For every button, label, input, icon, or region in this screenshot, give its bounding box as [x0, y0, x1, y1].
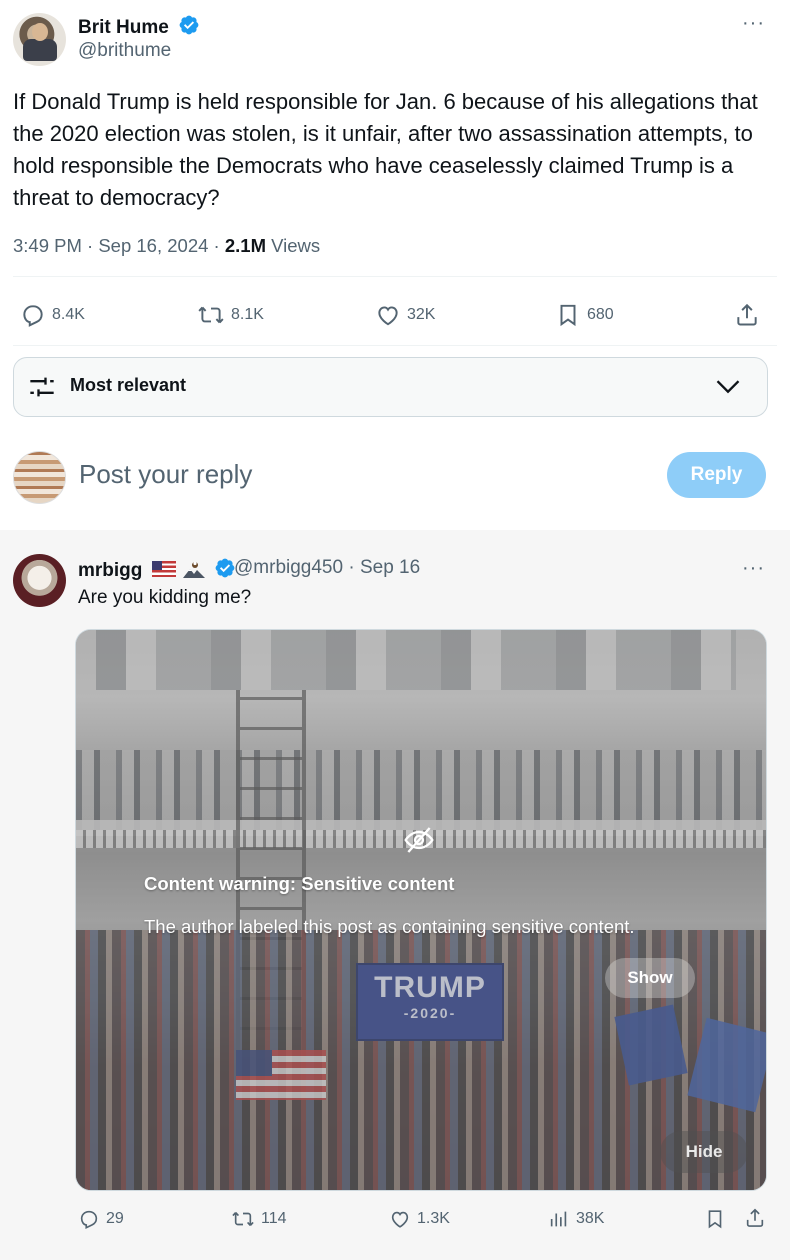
- like-icon: [378, 306, 398, 326]
- bookmark-icon: [560, 304, 576, 327]
- reply-input[interactable]: Post your reply: [79, 459, 252, 490]
- repost-action[interactable]: 114: [231, 1208, 287, 1230]
- repost-action[interactable]: 8.1K: [197, 302, 264, 328]
- views-chart-icon: [550, 1211, 567, 1227]
- filter-sliders-icon: [28, 373, 56, 401]
- eye-slash-icon: [403, 825, 435, 855]
- author-handle[interactable]: @brithume: [78, 40, 171, 62]
- reply-action[interactable]: 8.4K: [20, 302, 85, 328]
- repost-icon: [232, 1212, 254, 1226]
- reply-count: 29: [106, 1210, 124, 1227]
- views-count: 38K: [576, 1210, 605, 1227]
- reply-author-name[interactable]: mrbigg: [78, 560, 142, 581]
- divider: [13, 276, 777, 277]
- views-action[interactable]: 38K: [548, 1208, 604, 1230]
- reply-media[interactable]: TRUMP -2020-: [75, 629, 767, 1191]
- like-action[interactable]: 1.3K: [389, 1208, 450, 1230]
- views-count: 2.1M: [224, 235, 266, 256]
- repost-count: 8.1K: [231, 306, 264, 323]
- show-media-button[interactable]: Show: [605, 958, 695, 998]
- eagle-mountain-icon: [182, 560, 205, 578]
- like-count: 32K: [407, 306, 436, 323]
- repost-count: 114: [261, 1210, 287, 1227]
- reply-action[interactable]: 29: [78, 1208, 124, 1230]
- bookmark-count: 680: [587, 306, 614, 323]
- sort-label[interactable]: Most relevant: [70, 375, 186, 396]
- divider: [13, 345, 777, 346]
- like-icon: [391, 1211, 409, 1228]
- post-meta: 3:49 PM · Sep 16, 2024 · 2.1M Views: [13, 235, 320, 257]
- share-icon[interactable]: [734, 302, 760, 328]
- current-user-avatar[interactable]: [13, 451, 66, 504]
- share-icon[interactable]: [744, 1207, 766, 1229]
- content-warning-description: The author labeled this post as containi…: [144, 916, 635, 937]
- bookmark-icon[interactable]: [704, 1208, 726, 1230]
- more-icon[interactable]: ···: [742, 557, 765, 580]
- views-label: Views: [266, 235, 321, 256]
- verified-badge-icon[interactable]: [178, 14, 200, 36]
- content-warning-title: Content warning: Sensitive content: [144, 873, 455, 894]
- more-icon[interactable]: ···: [742, 12, 765, 35]
- reply-icon: [23, 305, 43, 327]
- flag-us-icon: [151, 561, 176, 577]
- like-action[interactable]: 32K: [375, 302, 435, 328]
- reply-author-handle[interactable]: @mrbigg450 · Sep 16: [234, 557, 420, 579]
- reply-text: Are you kidding me?: [78, 587, 252, 608]
- author-avatar[interactable]: [13, 13, 66, 66]
- reply-author-name-row[interactable]: mrbigg: [78, 557, 236, 582]
- reply-author-avatar[interactable]: [13, 554, 66, 607]
- verified-badge-icon[interactable]: [214, 557, 236, 579]
- hide-media-button[interactable]: Hide: [660, 1131, 748, 1173]
- reply-count: 8.4K: [52, 306, 85, 323]
- post-timestamp[interactable]: 3:49 PM · Sep 16, 2024 ·: [13, 235, 225, 256]
- reply-icon: [80, 1210, 98, 1230]
- post-text: If Donald Trump is held responsible for …: [13, 89, 758, 210]
- repost-icon: [198, 306, 224, 324]
- like-count: 1.3K: [417, 1210, 450, 1227]
- author-name[interactable]: Brit Hume: [78, 17, 169, 38]
- reply-button[interactable]: Reply: [667, 452, 766, 498]
- author-name-row[interactable]: Brit Hume: [78, 14, 200, 39]
- chevron-down-icon[interactable]: [714, 375, 742, 399]
- bookmark-action[interactable]: 680: [555, 302, 614, 328]
